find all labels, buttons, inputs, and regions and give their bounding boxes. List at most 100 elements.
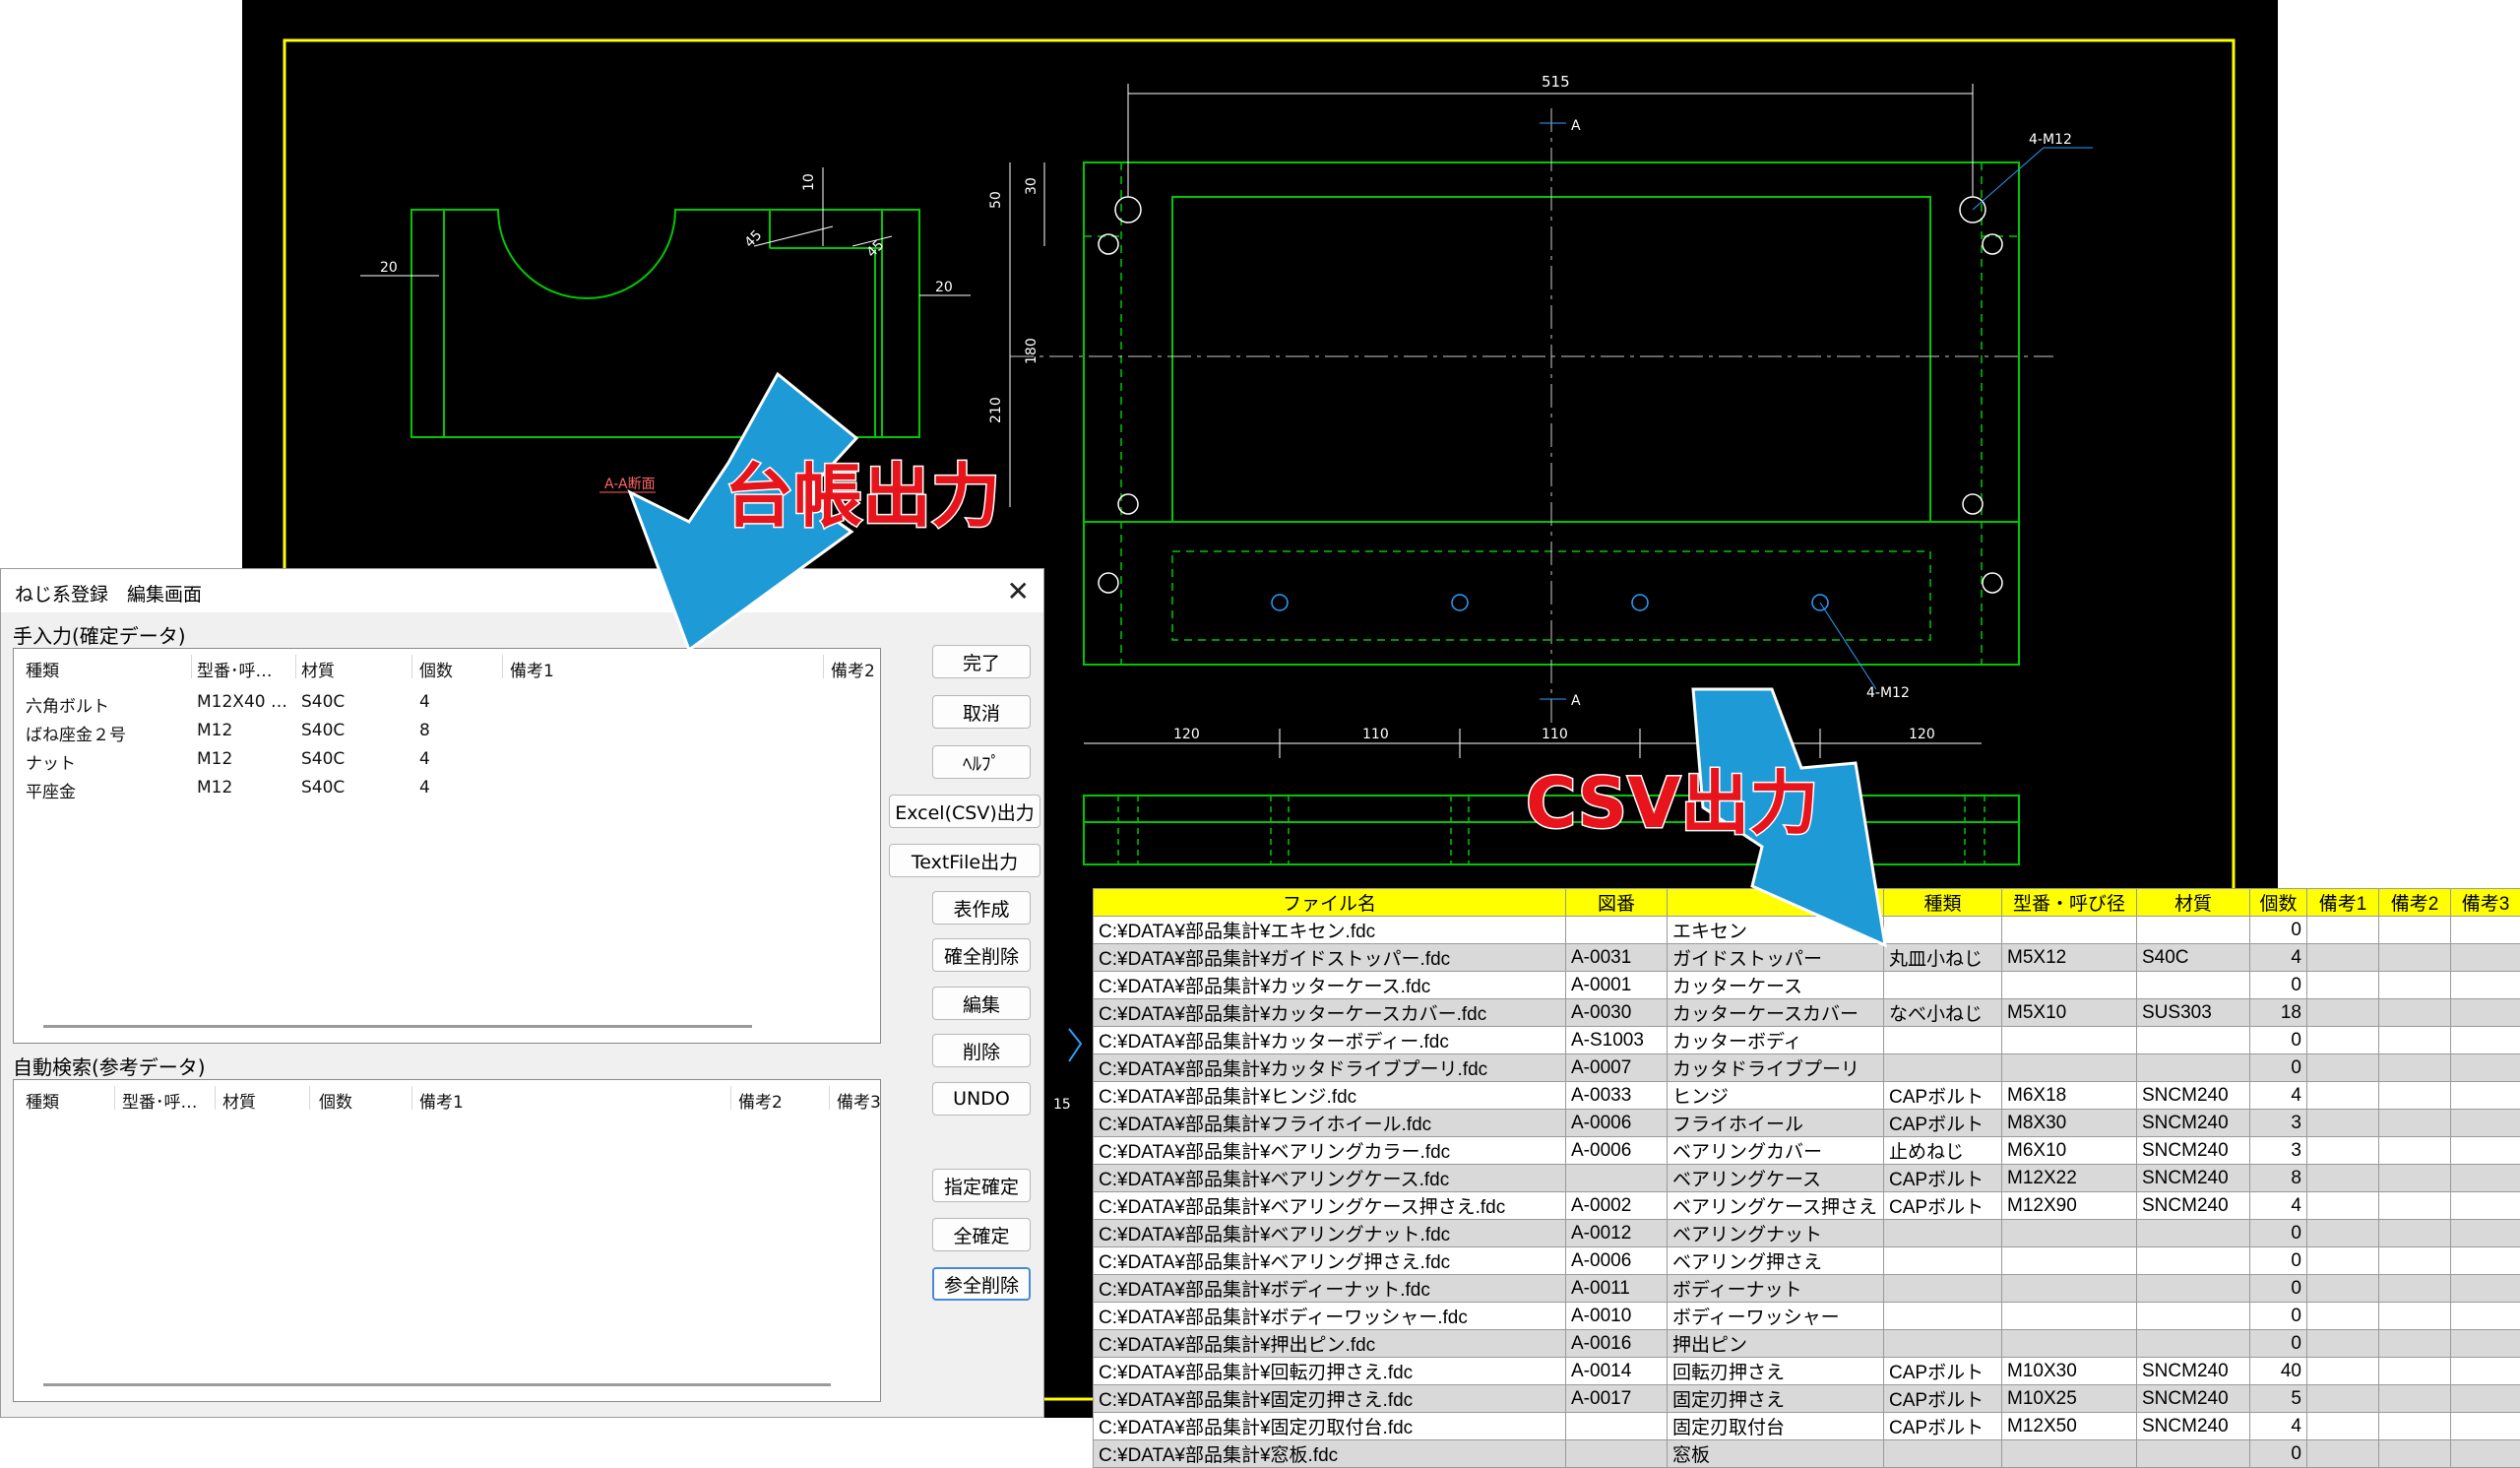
csv-cell-model: M10X25 xyxy=(2002,1385,2137,1413)
col-kind[interactable]: 種類 xyxy=(26,1088,59,1113)
csv-cell-kind xyxy=(1884,1247,2002,1275)
list-item[interactable]: ばね座金２号 M12 S40C 8 xyxy=(14,717,880,744)
col-note2[interactable]: 備考2 xyxy=(738,1088,783,1113)
csv-cell-qty: 0 xyxy=(2250,1027,2307,1054)
csv-col-kind: 種類 xyxy=(1884,889,2002,917)
left-part-view xyxy=(411,210,919,437)
csv-cell-material: SNCM240 xyxy=(2137,1110,2250,1137)
csv-cell-model: M5X12 xyxy=(2002,944,2137,972)
csv-cell-kind xyxy=(1884,972,2002,999)
manual-list[interactable]: 種類 型番･呼… 材質 個数 備考1 備考2 六角ボルト M12X40 … S4… xyxy=(13,648,881,1044)
csv-row: C:¥DATA¥部品集計¥固定刃取付台.fdc固定刃取付台CAPボルトM12X5… xyxy=(1094,1413,2520,1440)
csv-cell-filename: C:¥DATA¥部品集計¥ベアリングケース.fdc xyxy=(1094,1165,1566,1192)
csv-cell-note3 xyxy=(2451,1165,2520,1192)
csv-cell-kind: CAPボルト xyxy=(1884,1192,2002,1220)
item-qty: 4 xyxy=(419,692,430,712)
edit-button[interactable]: 編集 xyxy=(932,987,1031,1020)
dim-text: 110 xyxy=(1542,727,1568,742)
csv-cell-drawing-no: A-0007 xyxy=(1566,1054,1668,1082)
col-kind[interactable]: 種類 xyxy=(26,657,59,681)
csv-row: C:¥DATA¥部品集計¥回転刃押さえ.fdcA-0014回転刃押さえCAPボル… xyxy=(1094,1358,2520,1385)
csv-cell-note3 xyxy=(2451,1440,2520,1468)
csv-cell-qty: 4 xyxy=(2250,1192,2307,1220)
csv-cell-note1 xyxy=(2307,1192,2379,1220)
csv-cell-filename: C:¥DATA¥部品集計¥固定刃押さえ.fdc xyxy=(1094,1385,1566,1413)
horizontal-scrollbar[interactable] xyxy=(43,1383,831,1386)
item-model: M12 xyxy=(197,749,232,769)
csv-cell-qty: 40 xyxy=(2250,1358,2307,1385)
auto-search-list[interactable]: 種類 型番･呼… 材質 個数 備考1 備考2 備考3 xyxy=(13,1079,881,1402)
col-note1[interactable]: 備考1 xyxy=(510,657,554,681)
csv-cell-note1 xyxy=(2307,972,2379,999)
confirm-all-button[interactable]: 全確定 xyxy=(932,1218,1031,1251)
csv-cell-part-name: カッターケース xyxy=(1668,972,1884,999)
csv-cell-filename: C:¥DATA¥部品集計¥カッタドライブプーリ.fdc xyxy=(1094,1054,1566,1082)
col-qty[interactable]: 個数 xyxy=(319,1088,352,1113)
col-model[interactable]: 型番･呼… xyxy=(122,1088,198,1113)
csv-cell-filename: C:¥DATA¥部品集計¥ヒンジ.fdc xyxy=(1094,1082,1566,1110)
csv-cell-drawing-no: A-0033 xyxy=(1566,1082,1668,1110)
make-table-button[interactable]: 表作成 xyxy=(932,891,1031,925)
col-note3[interactable]: 備考3 xyxy=(837,1088,881,1113)
list-item[interactable]: ナット M12 S40C 4 xyxy=(14,745,880,773)
ref-delete-all-button[interactable]: 参全削除 xyxy=(932,1267,1031,1301)
excel-csv-output-button[interactable]: Excel(CSV)出力 xyxy=(889,795,1040,828)
csv-cell-part-name: カッターケースカバー xyxy=(1668,999,1884,1027)
csv-cell-qty: 0 xyxy=(2250,1220,2307,1247)
csv-cell-note1 xyxy=(2307,1330,2379,1358)
csv-cell-model xyxy=(2002,1275,2137,1303)
csv-cell-note2 xyxy=(2379,1220,2451,1247)
csv-row: C:¥DATA¥部品集計¥ベアリングケース.fdcベアリングケースCAPボルトM… xyxy=(1094,1165,2520,1192)
csv-cell-note2 xyxy=(2379,1247,2451,1275)
csv-cell-qty: 3 xyxy=(2250,1137,2307,1165)
csv-row: C:¥DATA¥部品集計¥固定刃押さえ.fdcA-0017固定刃押さえCAPボル… xyxy=(1094,1385,2520,1413)
csv-cell-material xyxy=(2137,1247,2250,1275)
csv-cell-kind xyxy=(1884,1054,2002,1082)
textfile-output-button[interactable]: TextFile出力 xyxy=(889,844,1040,877)
confirm-delete-all-button[interactable]: 確全削除 xyxy=(932,938,1031,972)
dialog-titlebar: ねじ系登録 編集画面 ✕ xyxy=(1,569,1043,612)
cancel-button[interactable]: 取消 xyxy=(932,695,1031,729)
item-kind: ナット xyxy=(26,749,76,774)
help-button[interactable]: ﾍﾙﾌﾟ xyxy=(932,745,1031,779)
csv-cell-note2 xyxy=(2379,1027,2451,1054)
csv-cell-part-name: ベアリングケース押さえ xyxy=(1668,1192,1884,1220)
csv-cell-note1 xyxy=(2307,1247,2379,1275)
csv-cell-part-name: 窓板 xyxy=(1668,1440,1884,1468)
csv-cell-note3 xyxy=(2451,1275,2520,1303)
csv-cell-material xyxy=(2137,1303,2250,1330)
auto-search-label: 自動検索(参考データ) xyxy=(13,1052,206,1080)
csv-row: C:¥DATA¥部品集計¥カッタドライブプーリ.fdcA-0007カッタドライブ… xyxy=(1094,1054,2520,1082)
close-icon[interactable]: ✕ xyxy=(1007,575,1030,607)
csv-cell-note2 xyxy=(2379,1358,2451,1385)
list-item[interactable]: 六角ボルト M12X40 … S40C 4 xyxy=(14,688,880,716)
csv-cell-note3 xyxy=(2451,1358,2520,1385)
csv-cell-note1 xyxy=(2307,1303,2379,1330)
csv-cell-material: SUS303 xyxy=(2137,999,2250,1027)
list-item[interactable]: 平座金 M12 S40C 4 xyxy=(14,774,880,801)
col-material[interactable]: 材質 xyxy=(301,657,335,681)
item-material: S40C xyxy=(301,692,345,712)
undo-button[interactable]: UNDO xyxy=(932,1082,1031,1116)
dim-text: 515 xyxy=(1542,73,1570,91)
col-note1[interactable]: 備考1 xyxy=(419,1088,464,1113)
csv-cell-kind xyxy=(1884,1330,2002,1358)
csv-cell-note1 xyxy=(2307,1027,2379,1054)
dim-text: 20 xyxy=(935,280,953,295)
csv-cell-note1 xyxy=(2307,1165,2379,1192)
col-qty[interactable]: 個数 xyxy=(419,657,453,681)
delete-button[interactable]: 削除 xyxy=(932,1034,1031,1067)
col-material[interactable]: 材質 xyxy=(222,1088,256,1113)
horizontal-scrollbar[interactable] xyxy=(43,1025,752,1028)
csv-cell-note2 xyxy=(2379,944,2451,972)
done-button[interactable]: 完了 xyxy=(932,645,1031,678)
csv-cell-drawing-no: A-0011 xyxy=(1566,1275,1668,1303)
col-model[interactable]: 型番･呼… xyxy=(197,657,273,681)
csv-cell-filename: C:¥DATA¥部品集計¥ベアリングケース押さえ.fdc xyxy=(1094,1192,1566,1220)
specify-confirm-button[interactable]: 指定確定 xyxy=(932,1169,1031,1202)
csv-cell-part-name: カッターボディ xyxy=(1668,1027,1884,1054)
csv-row: C:¥DATA¥部品集計¥ベアリングケース押さえ.fdcA-0002ベアリングケ… xyxy=(1094,1192,2520,1220)
csv-cell-note2 xyxy=(2379,999,2451,1027)
col-note2[interactable]: 備考2 xyxy=(831,657,875,681)
dim-text: 10 xyxy=(801,173,817,191)
